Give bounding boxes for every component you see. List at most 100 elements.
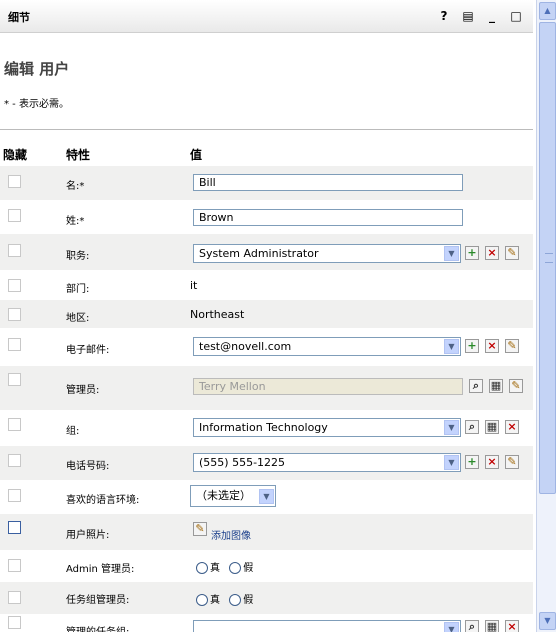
add-icon[interactable]: +	[465, 455, 479, 469]
chevron-down-icon[interactable]: ▼	[444, 339, 459, 354]
hide-checkbox[interactable]	[8, 591, 21, 604]
hide-checkbox[interactable]	[8, 418, 21, 431]
scroll-up-icon[interactable]: ▲	[539, 2, 556, 20]
false-radio[interactable]	[229, 562, 242, 574]
scroll-thumb[interactable]	[539, 22, 556, 494]
row-group: 组: Information Technology ▼ ⌕ ▦ ×	[0, 410, 533, 446]
add-icon[interactable]: +	[465, 246, 479, 260]
hide-checkbox[interactable]	[8, 521, 21, 534]
scroll-down-icon[interactable]: ▼	[539, 612, 556, 630]
delete-icon[interactable]: ×	[505, 420, 519, 434]
hide-checkbox[interactable]	[8, 338, 21, 351]
edit-icon[interactable]: ✎	[509, 379, 523, 393]
hide-checkbox[interactable]	[8, 308, 21, 321]
row-last-name: 姓:* Brown	[0, 200, 533, 234]
add-icon[interactable]: +	[465, 339, 479, 353]
history-icon[interactable]: ▦	[485, 420, 499, 434]
magnifier-icon[interactable]: ⌕	[465, 620, 479, 632]
grip-icon	[545, 253, 553, 263]
phone-label: 电话号码:	[66, 461, 110, 472]
portlet-titlebar: 细节 ? ▤ _ □	[0, 0, 533, 33]
email-select-value: test@novell.com	[199, 340, 292, 353]
magnifier-icon[interactable]: ⌕	[469, 379, 483, 393]
hide-checkbox[interactable]	[8, 454, 21, 467]
edit-icon[interactable]: ✎	[505, 246, 519, 260]
row-title: 职务: System Administrator ▼ + × ✎	[0, 234, 533, 270]
email-label: 电子邮件:	[66, 345, 110, 356]
chevron-down-icon[interactable]: ▼	[444, 622, 459, 632]
row-photo: 用户照片: ✎ 添加图像	[0, 514, 533, 550]
locale-select-value: （未选定）	[196, 489, 251, 502]
magnifier-icon[interactable]: ⌕	[465, 420, 479, 434]
chevron-down-icon[interactable]: ▼	[259, 489, 274, 504]
locale-label: 喜欢的语言环境:	[66, 495, 140, 506]
department-label: 部门:	[66, 284, 90, 295]
chevron-down-icon[interactable]: ▼	[444, 246, 459, 261]
row-department: 部门: it	[0, 270, 533, 300]
true-radio[interactable]	[196, 562, 208, 574]
managed-task-groups-select[interactable]: ▼	[193, 620, 461, 632]
first-name-label: 名:*	[66, 181, 85, 192]
delete-icon[interactable]: ×	[485, 455, 499, 469]
hide-checkbox[interactable]	[8, 244, 21, 257]
true-label: 真	[210, 563, 220, 574]
photo-label: 用户照片:	[66, 530, 110, 541]
edit-icon[interactable]: ✎	[193, 522, 207, 536]
task-group-manager-radio-group: 真 假	[196, 591, 259, 606]
edit-icon[interactable]: ✎	[505, 339, 519, 353]
add-image-link[interactable]: 添加图像	[211, 527, 251, 542]
true-label: 真	[210, 595, 220, 606]
hide-checkbox[interactable]	[8, 559, 21, 572]
hide-checkbox[interactable]	[8, 279, 21, 292]
managed-task-groups-label: 管理的任务组:	[66, 623, 129, 632]
vertical-scrollbar[interactable]: ▲ ▼	[536, 0, 556, 632]
history-icon[interactable]: ▦	[485, 620, 499, 632]
row-manager: 管理员: Terry Mellon ⌕ ▦ ✎	[0, 366, 533, 410]
phone-select-value: (555) 555-1225	[199, 456, 286, 469]
manager-label: 管理员:	[66, 385, 100, 396]
delete-icon[interactable]: ×	[485, 339, 499, 353]
row-email: 电子邮件: test@novell.com ▼ + × ✎	[0, 328, 533, 366]
department-value: it	[190, 279, 198, 292]
page-title: 编辑 用户	[4, 60, 70, 78]
title-select[interactable]: System Administrator ▼	[193, 244, 461, 263]
hide-checkbox[interactable]	[8, 489, 21, 502]
hide-checkbox[interactable]	[8, 616, 21, 629]
column-header-value: 值	[190, 148, 203, 162]
history-icon[interactable]: ▦	[489, 379, 503, 393]
edit-icon[interactable]: ✎	[505, 455, 519, 469]
portlet-title: 细节	[8, 11, 30, 24]
row-region: 地区: Northeast	[0, 300, 533, 328]
required-note: * - 表示必需。	[4, 99, 69, 110]
print-icon[interactable]: ▤	[461, 9, 475, 23]
delete-icon[interactable]: ×	[505, 620, 519, 632]
chevron-down-icon[interactable]: ▼	[444, 420, 459, 435]
region-label: 地区:	[66, 313, 90, 324]
help-icon[interactable]: ?	[437, 9, 451, 23]
region-value: Northeast	[190, 308, 245, 321]
title-label: 职务:	[66, 251, 90, 262]
hide-checkbox[interactable]	[8, 175, 21, 188]
group-select-value: Information Technology	[199, 421, 328, 434]
minimize-icon[interactable]: _	[485, 9, 499, 23]
chevron-down-icon[interactable]: ▼	[444, 455, 459, 470]
column-header-attribute: 特性	[66, 148, 91, 162]
locale-select[interactable]: （未选定） ▼	[190, 485, 276, 507]
admin-manager-radio-group: 真 假	[196, 559, 259, 574]
hide-checkbox[interactable]	[8, 209, 21, 222]
column-header-hide: 隐藏	[3, 148, 28, 162]
phone-select[interactable]: (555) 555-1225 ▼	[193, 453, 461, 472]
maximize-icon[interactable]: □	[509, 9, 523, 23]
hide-checkbox[interactable]	[8, 373, 21, 386]
false-radio[interactable]	[229, 594, 242, 606]
email-select[interactable]: test@novell.com ▼	[193, 337, 461, 356]
group-select[interactable]: Information Technology ▼	[193, 418, 461, 437]
row-first-name: 名:* Bill	[0, 166, 533, 200]
delete-icon[interactable]: ×	[485, 246, 499, 260]
row-locale: 喜欢的语言环境: （未选定） ▼	[0, 480, 533, 514]
true-radio[interactable]	[196, 594, 208, 606]
false-label: 假	[243, 595, 254, 606]
first-name-input[interactable]: Bill	[193, 174, 463, 191]
row-phone: 电话号码: (555) 555-1225 ▼ + × ✎	[0, 446, 533, 480]
last-name-input[interactable]: Brown	[193, 209, 463, 226]
